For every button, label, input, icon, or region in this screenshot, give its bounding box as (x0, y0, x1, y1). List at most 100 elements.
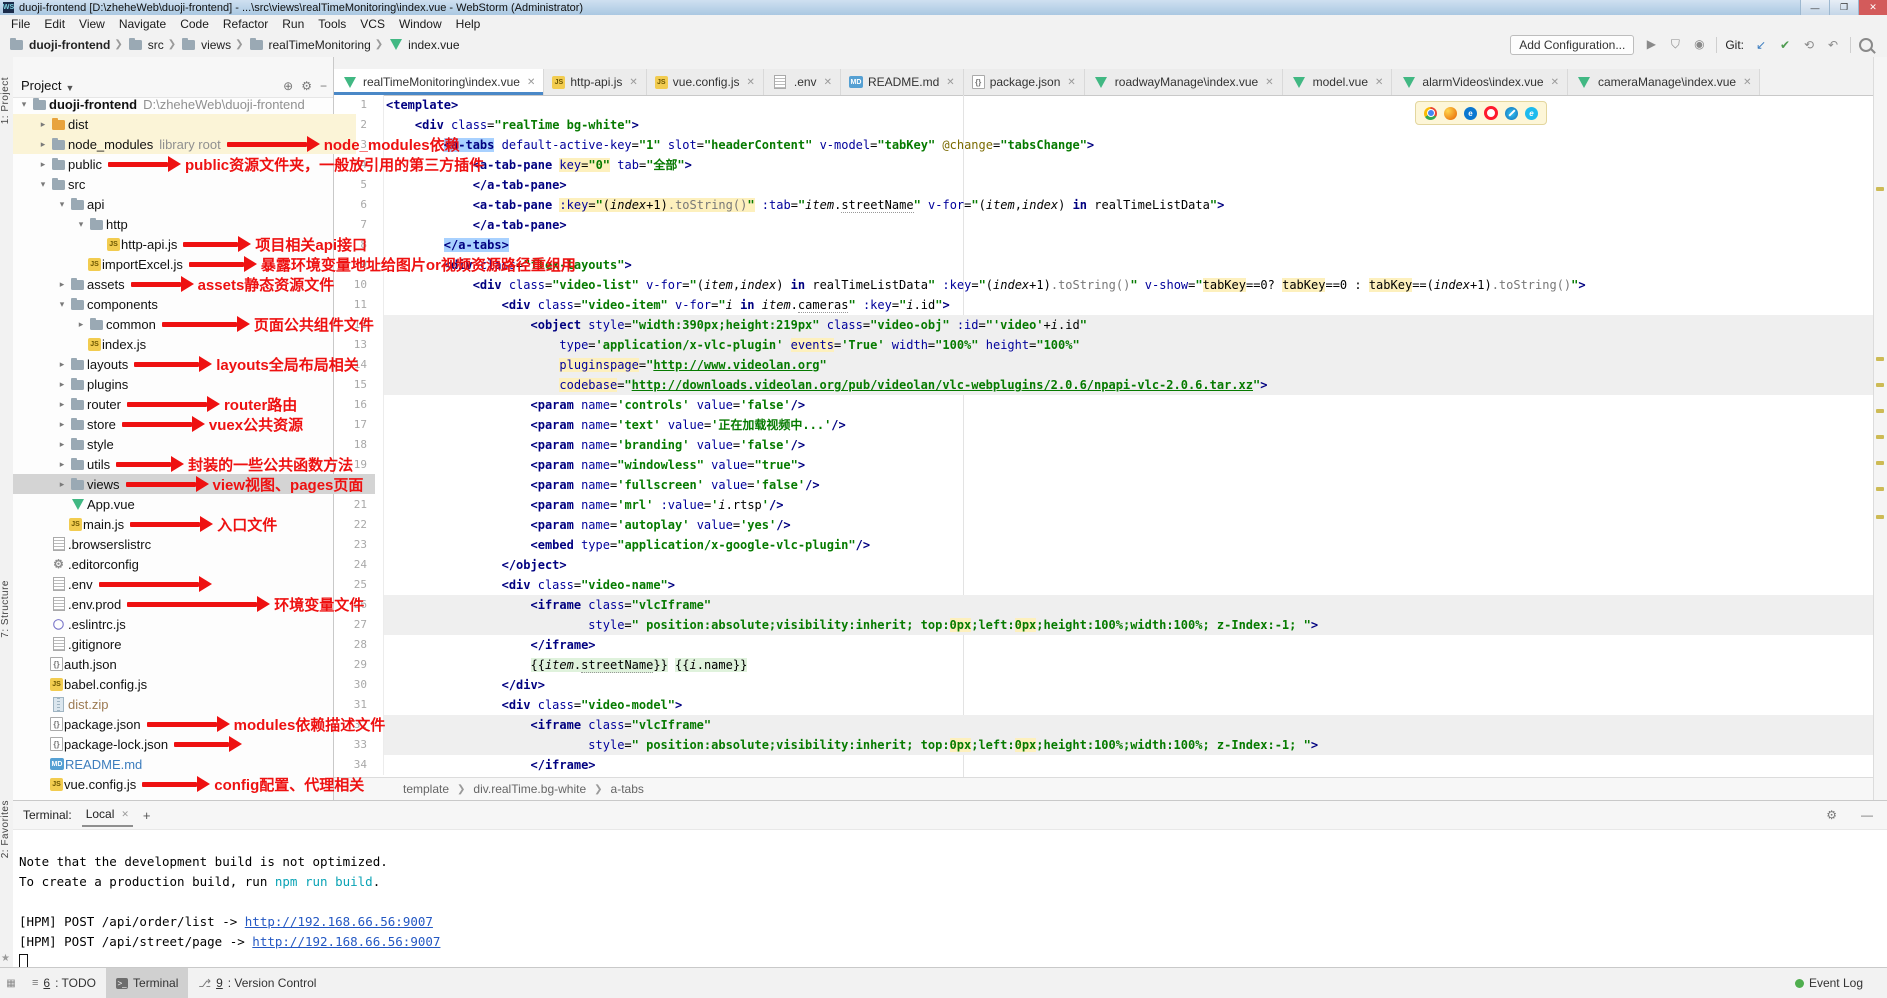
statusbar-item-versioncontrol[interactable]: ⎇9: Version Control (188, 968, 326, 998)
tree-item[interactable]: JSbabel.config.js (13, 674, 356, 694)
editor-tab[interactable]: cameraManage\index.vue✕ (1568, 69, 1760, 95)
git-commit-icon[interactable]: ✔ (1776, 38, 1794, 52)
chevron-down-icon[interactable]: ▾ (74, 219, 88, 230)
chevron-right-icon[interactable]: ▸ (55, 379, 69, 390)
breadcrumb-item[interactable]: template (403, 782, 449, 796)
code-line[interactable]: 15 codebase="http://downloads.videolan.o… (333, 375, 1874, 395)
minimize-button[interactable]: — (1800, 0, 1829, 15)
tree-item[interactable]: ▸layoutslayouts全局布局相关 (13, 354, 375, 374)
profiler-icon[interactable]: ◉ (1690, 37, 1708, 52)
code-line[interactable]: 22 <param name='autoplay' value='yes'/> (333, 515, 1874, 535)
editor-tab[interactable]: alarmVideos\index.vue✕ (1392, 69, 1568, 95)
hide-panel-icon[interactable]: − (320, 79, 327, 93)
sidebar-item-project[interactable]: 1: Project (0, 77, 13, 124)
terminal-tab-local[interactable]: Local ✕ (82, 803, 133, 827)
code-line[interactable]: 21 <param name='mrl' :value='i.rtsp'/> (333, 495, 1874, 515)
tree-item[interactable]: ▸node_moduleslibrary rootnode_modules依赖 (13, 134, 356, 154)
chevron-right-icon[interactable]: ▸ (55, 479, 69, 490)
tab-close-icon[interactable]: ✕ (1375, 77, 1383, 88)
chevron-right-icon[interactable]: ▸ (36, 139, 50, 150)
tab-close-icon[interactable]: ✕ (946, 77, 954, 88)
code-line[interactable]: 23 <embed type="application/x-google-vlc… (333, 535, 1874, 555)
chevron-down-icon[interactable]: ▾ (36, 179, 50, 190)
close-icon[interactable]: ✕ (121, 809, 129, 820)
editor-tab[interactable]: JShttp-api.js✕ (544, 69, 646, 95)
settings-icon[interactable]: ⊕ (283, 79, 293, 93)
menu-run[interactable]: Run (275, 17, 311, 31)
firefox-icon[interactable] (1444, 107, 1457, 120)
editor-tab[interactable]: realTimeMonitoring\index.vue✕ (333, 69, 544, 95)
code-line[interactable]: 11 <div class="video-item" v-for="i in i… (333, 295, 1874, 315)
safari-icon[interactable] (1505, 107, 1518, 120)
tree-item[interactable]: dist.zip (13, 694, 356, 714)
code-line[interactable]: 1<template> (333, 95, 1874, 115)
code-line[interactable]: 3 <a-tabs default-active-key="1" slot="h… (333, 135, 1874, 155)
code-line[interactable]: 17 <param name='text' value='正在加载视频中...'… (333, 415, 1874, 435)
fold-gutter[interactable] (367, 755, 384, 775)
tree-item[interactable]: .browserslistrc (13, 534, 356, 554)
editor-tab[interactable]: JSvue.config.js✕ (647, 69, 764, 95)
breadcrumb-item[interactable]: index.vue (387, 38, 459, 52)
tree-item[interactable]: .gitignore (13, 634, 356, 654)
tree-item[interactable]: .env (13, 574, 356, 594)
fold-gutter[interactable] (367, 535, 384, 555)
fold-gutter[interactable] (367, 635, 384, 655)
minimize-icon[interactable]: — (1861, 808, 1873, 822)
statusbar-item-terminal[interactable]: >_Terminal (106, 968, 188, 998)
gear-icon[interactable]: ⚙ (1826, 808, 1837, 822)
tree-item[interactable]: ▸publicpublic资源文件夹，一般放引用的第三方插件 (13, 154, 356, 174)
tree-item[interactable]: ▾http (13, 214, 394, 234)
code-line[interactable]: 16 <param name='controls' value='false'/… (333, 395, 1874, 415)
chevron-right-icon[interactable]: ▸ (36, 159, 50, 170)
fold-gutter[interactable] (367, 175, 384, 195)
code-line[interactable]: 13 type='application/x-vlc-plugin' event… (333, 335, 1874, 355)
menu-view[interactable]: View (72, 17, 112, 31)
run-icon[interactable]: ▶ (1642, 37, 1660, 52)
code-line[interactable]: 14 pluginspage="http://www.videolan.org" (333, 355, 1874, 375)
terminal-output[interactable]: Note that the development build is not o… (13, 830, 1887, 972)
title-bar[interactable]: WS duoji-frontend [D:\zheheWeb\duoji-fro… (0, 0, 1887, 16)
chevron-right-icon[interactable]: ▸ (36, 119, 50, 130)
editor-tab[interactable]: .env✕ (764, 69, 841, 95)
project-panel-header[interactable]: Project ▼ ⊕⚙− (13, 57, 333, 98)
error-stripe-scrollbar[interactable] (1873, 57, 1887, 800)
maximize-button[interactable]: ❐ (1829, 0, 1858, 15)
terminal-link[interactable]: http://192.168.66.56:9007 (245, 912, 433, 932)
breadcrumb-item[interactable]: realTimeMonitoring (248, 38, 371, 52)
editor-tab[interactable]: MDREADME.md✕ (841, 69, 964, 95)
tree-item[interactable]: ▸dist (13, 114, 356, 134)
tab-close-icon[interactable]: ✕ (1551, 77, 1559, 88)
code-line[interactable]: 4 <a-tab-pane key="0" tab="全部"> (333, 155, 1874, 175)
code-line[interactable]: 34 </iframe> (333, 755, 1874, 775)
code-line[interactable]: 26 <iframe class="vlcIframe" (333, 595, 1874, 615)
code-line[interactable]: 18 <param name='branding' value='false'/… (333, 435, 1874, 455)
tree-item[interactable]: JShttp-api.js项目相关api接口 (13, 234, 413, 254)
tree-item[interactable]: App.vue (13, 494, 375, 514)
debug-icon[interactable]: ⛉ (1666, 37, 1684, 52)
rollback-icon[interactable]: ↶ (1824, 38, 1842, 52)
code-line[interactable]: 19 <param name="windowless" value="true"… (333, 455, 1874, 475)
code-line[interactable]: 25 <div class="video-name"> (333, 575, 1874, 595)
tree-item[interactable]: ⚙.editorconfig (13, 554, 356, 574)
fold-gutter[interactable] (367, 675, 384, 695)
code-line[interactable]: 30 </div> (333, 675, 1874, 695)
search-everywhere-icon[interactable] (1859, 38, 1873, 52)
tree-item[interactable]: ▸common页面公共组件文件 (13, 314, 394, 334)
menu-help[interactable]: Help (449, 17, 488, 31)
tree-item[interactable]: MDREADME.md (13, 754, 356, 774)
code-line[interactable]: 2 <div class="realTime bg-white"> (333, 115, 1874, 135)
chevron-right-icon[interactable]: ▸ (55, 459, 69, 470)
tool-window-switcher-icon[interactable]: ▦ (0, 978, 22, 989)
ie-icon[interactable]: e (1525, 107, 1538, 120)
menu-refactor[interactable]: Refactor (216, 17, 275, 31)
tree-item[interactable]: ▸routerrouter路由 (13, 394, 375, 414)
chevron-right-icon[interactable]: ▸ (55, 399, 69, 410)
tree-item[interactable]: .env.prod环境变量文件 (13, 594, 356, 614)
tree-item[interactable]: ◯.eslintrc.js (13, 614, 356, 634)
editor-tab[interactable]: {}package.json✕ (964, 69, 1085, 95)
editor-tab[interactable]: roadwayManage\index.vue✕ (1085, 69, 1283, 95)
chevron-down-icon[interactable]: ▼ (65, 83, 74, 93)
chevron-right-icon[interactable]: ▸ (55, 279, 69, 290)
chevron-right-icon[interactable]: ▸ (55, 359, 69, 370)
chevron-right-icon[interactable]: ▸ (55, 439, 69, 450)
